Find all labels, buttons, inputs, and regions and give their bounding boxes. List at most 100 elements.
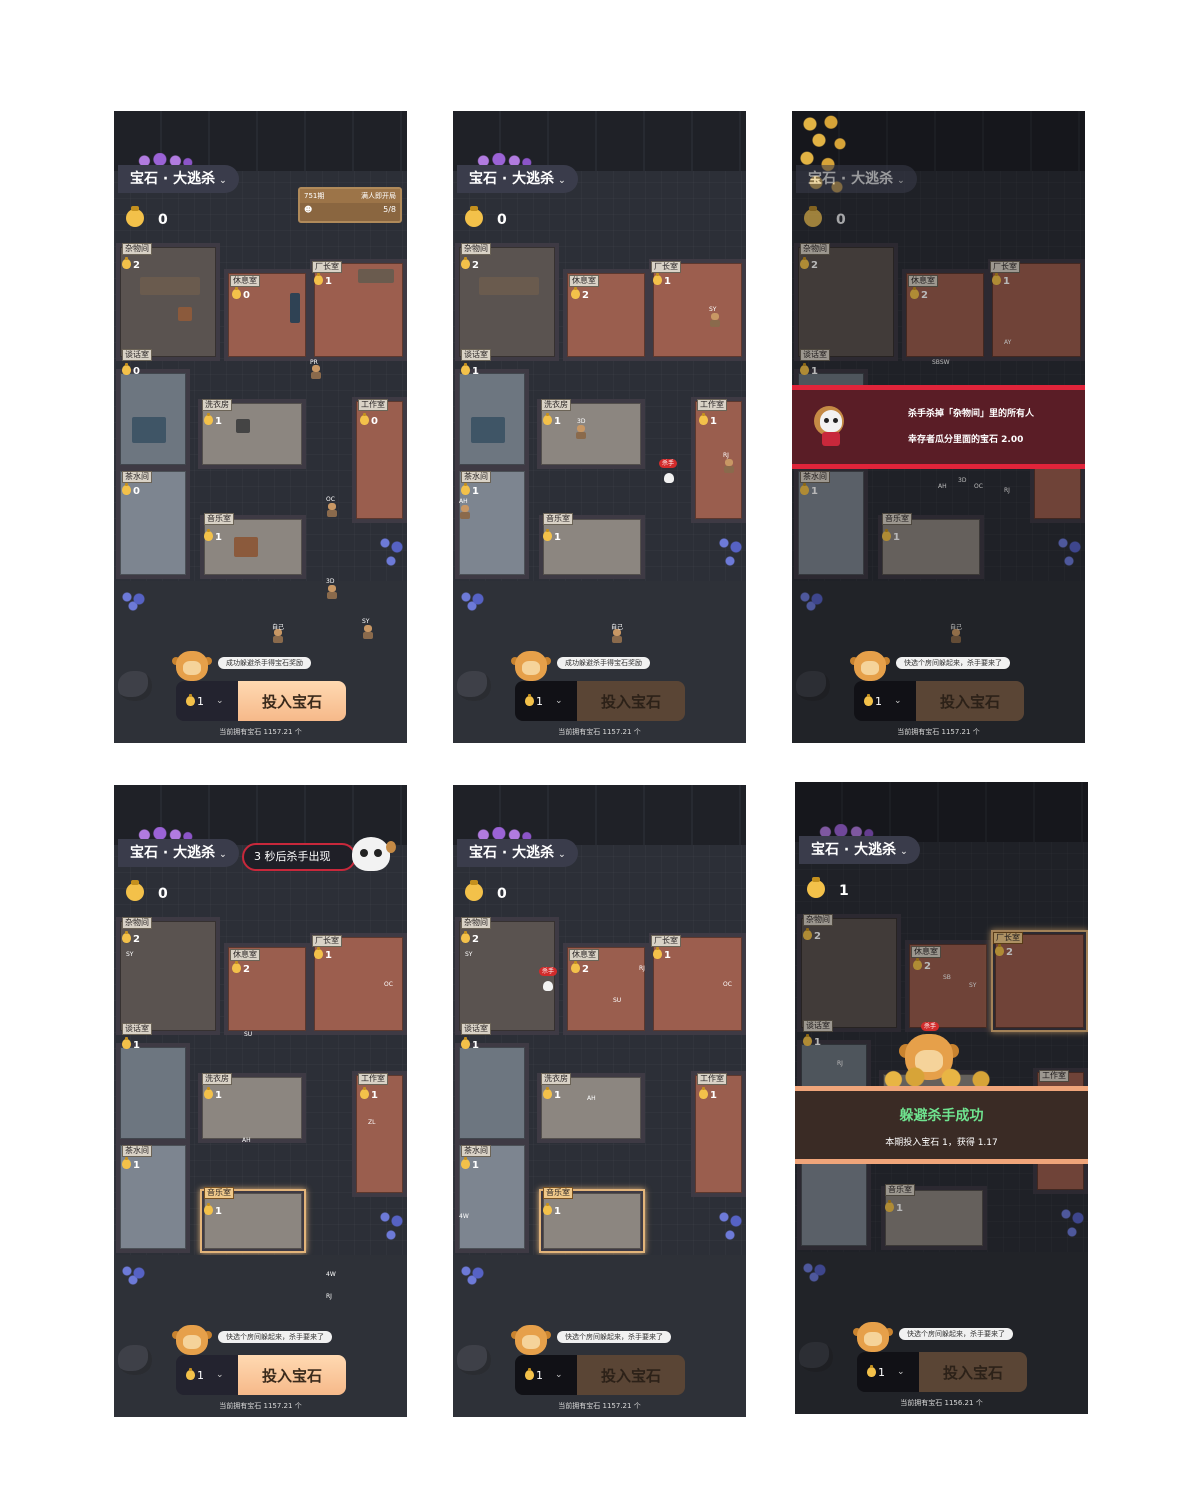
player-tag: RJ [723, 452, 729, 459]
chevron-down-icon: ⌄ [216, 696, 224, 706]
game-title-dropdown[interactable]: 宝石 · 大逃杀 ⌄ [118, 839, 239, 867]
bet-bar: 1 ⌄ 投入宝石 [854, 681, 1024, 721]
chevron-down-icon: ⌄ [216, 1370, 224, 1380]
count-storage: 2 [461, 257, 479, 271]
coin-bag-icon [461, 483, 470, 495]
label-laundry: 洗衣房 [541, 399, 571, 411]
bet-qty-select[interactable]: 1 ⌄ [176, 1355, 238, 1395]
coin-bag-icon [465, 206, 483, 227]
coin-bag-icon [126, 206, 144, 227]
label-tea: 茶水间 [122, 1145, 152, 1157]
boulder-icon [457, 1345, 491, 1375]
count-laundry: 1 [204, 1087, 222, 1101]
count-work: 0 [360, 413, 378, 427]
bet-qty-select[interactable]: 1 ⌄ [515, 681, 577, 721]
blue-ore-icon [457, 1265, 487, 1285]
tip-bubble: 成功躲避杀手得宝石奖励 [218, 657, 311, 669]
player-avatar [575, 425, 587, 439]
bet-qty-select[interactable]: 1 ⌄ [854, 681, 916, 721]
balance-display: 0 [804, 206, 846, 228]
monkey-avatar-icon [853, 1320, 893, 1354]
count-tea: 1 [122, 1157, 140, 1171]
game-title-dropdown[interactable]: 宝石 · 大逃杀 ⌄ [796, 165, 917, 193]
bet-qty-value: 1 [536, 1368, 543, 1382]
game-map: 杂物间 休息室 厂长室 谈话室 洗衣房 工作室 茶水间 音乐室 2 2 1 1 … [453, 785, 746, 1417]
skull-icon [352, 831, 398, 875]
screen-6: 杂物间 休息室 厂长室 谈话室 工作室 音乐室 2 2 2 1 1 SB SY … [795, 782, 1088, 1414]
self-avatar [272, 629, 284, 643]
bet-button[interactable]: 投入宝石 [577, 681, 685, 721]
killer-countdown: 3 秒后杀手出现 [242, 843, 356, 871]
bet-qty-value: 1 [536, 694, 543, 708]
bet-button[interactable]: 投入宝石 [919, 1352, 1027, 1392]
label-talk: 谈话室 [461, 1023, 491, 1035]
screen-2: 杂物间 休息室 厂长室 谈话室 洗衣房 工作室 茶水间 音乐室 2 2 1 1 … [453, 111, 746, 743]
game-title: 宝石 · 大逃杀 [469, 845, 555, 861]
owned-gems: 当前拥有宝石 1157.21 个 [219, 728, 302, 736]
coin-bag-icon [204, 529, 213, 541]
coin-bag-icon [232, 287, 241, 299]
owned-gems: 当前拥有宝石 1157.21 个 [558, 1402, 641, 1410]
coin-bag-icon [122, 1157, 131, 1169]
bet-button[interactable]: 投入宝石 [238, 681, 346, 721]
blue-ore-icon [715, 531, 745, 571]
bet-qty-select[interactable]: 1 ⌄ [515, 1355, 577, 1395]
label-music: 音乐室 [543, 513, 573, 525]
room-talk[interactable] [116, 1043, 190, 1143]
count-tea: 0 [122, 483, 140, 497]
count-talk: 0 [122, 363, 140, 377]
room-talk[interactable] [455, 1043, 529, 1143]
coin-bag-icon [461, 257, 470, 269]
player-tag: ZL [368, 1119, 376, 1126]
chevron-down-icon: ⌄ [897, 1367, 905, 1377]
room-talk[interactable] [455, 369, 529, 469]
owned-gems: 当前拥有宝石 1157.21 个 [219, 1402, 302, 1410]
game-title-dropdown[interactable]: 宝石 · 大逃杀 ⌄ [457, 165, 578, 193]
game-map: 杂物间 休息室 厂长室 谈话室 洗衣房 工作室 茶水间 音乐室 2 2 1 1 … [114, 785, 407, 1417]
bet-qty-select[interactable]: 1 ⌄ [857, 1352, 919, 1392]
coin-bag-icon [543, 413, 552, 425]
screen-4: 杂物间 休息室 厂长室 谈话室 洗衣房 工作室 茶水间 音乐室 2 2 1 1 … [114, 785, 407, 1417]
players-count: 5/8 [383, 205, 396, 214]
owned-gems: 当前拥有宝石 1156.21 个 [900, 1399, 983, 1407]
count-music: 1 [204, 529, 222, 543]
chevron-down-icon: ⌄ [558, 850, 566, 860]
game-title-dropdown[interactable]: 宝石 · 大逃杀 ⌄ [457, 839, 578, 867]
game-map: 杂物间 休息室 厂长室 谈话室 洗衣房 工作室 茶水间 音乐室 2 2 1 1 … [453, 111, 746, 743]
coin-bag-icon [804, 206, 822, 227]
bet-button[interactable]: 投入宝石 [577, 1355, 685, 1395]
tip-bubble: 成功躲避杀手得宝石奖励 [557, 657, 650, 669]
count-rest: 2 [232, 961, 250, 975]
count-storage: 2 [122, 931, 140, 945]
room-talk[interactable] [116, 369, 190, 469]
coin-bag-icon [360, 1087, 369, 1099]
bet-button[interactable]: 投入宝石 [238, 1355, 346, 1395]
balance-display: 0 [465, 880, 507, 902]
count-tea: 1 [461, 1157, 479, 1171]
count-storage: 2 [461, 931, 479, 945]
chevron-down-icon: ⌄ [894, 696, 902, 706]
balance-display: 1 [807, 877, 849, 899]
count-laundry: 1 [543, 1087, 561, 1101]
game-title: 宝石 · 大逃杀 [469, 171, 555, 187]
chevron-down-icon: ⌄ [555, 696, 563, 706]
bet-button[interactable]: 投入宝石 [916, 681, 1024, 721]
game-title-dropdown[interactable]: 宝石 · 大逃杀 ⌄ [799, 836, 920, 864]
bet-qty-select[interactable]: 1 ⌄ [176, 681, 238, 721]
coin-bag-icon [699, 413, 708, 425]
balance-value: 0 [497, 886, 507, 902]
label-work: 工作室 [358, 1073, 388, 1085]
label-rest: 休息室 [569, 949, 599, 961]
killer-badge-icon: 杀手 [659, 459, 678, 468]
player-tag: 3D [326, 578, 335, 585]
round-number: 751期 [304, 192, 325, 200]
boulder-icon [118, 671, 152, 701]
round-status: 满人即开局 [361, 192, 396, 200]
game-title-dropdown[interactable]: 宝石 · 大逃杀 ⌄ [118, 165, 239, 193]
coin-bag-icon [543, 1087, 552, 1099]
chevron-down-icon: ⌄ [897, 176, 905, 186]
count-work: 1 [699, 413, 717, 427]
coin-bag-icon [204, 1203, 213, 1215]
count-talk: 1 [461, 1037, 479, 1051]
count-laundry: 1 [543, 413, 561, 427]
